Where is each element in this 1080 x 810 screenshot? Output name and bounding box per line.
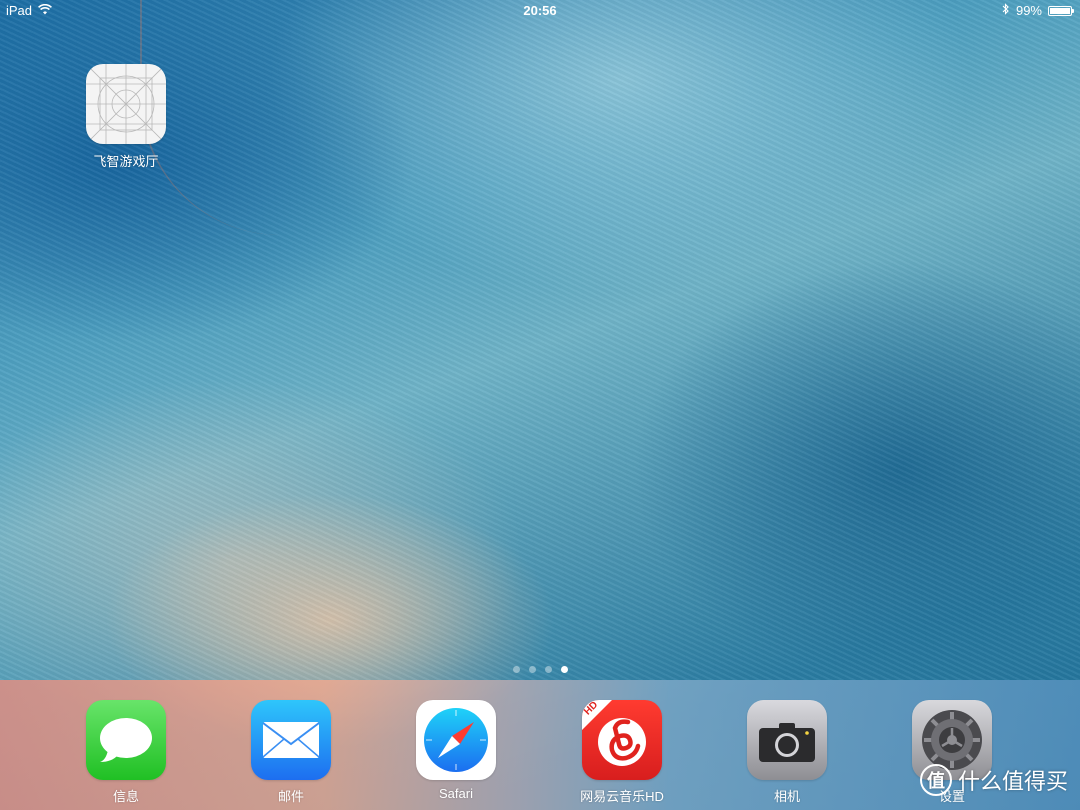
watermark: 值 什么值得买 xyxy=(919,764,1068,796)
bluetooth-icon xyxy=(1002,3,1010,18)
dock-app-messages[interactable]: 信息 xyxy=(76,700,176,805)
page-dot-active[interactable] xyxy=(560,666,568,673)
placeholder-grid-icon xyxy=(86,64,166,144)
app-label: 飞智游戏厅 xyxy=(93,154,159,169)
clock: 20:56 xyxy=(523,3,557,18)
app-label: 网易云音乐HD xyxy=(580,789,664,804)
app-label: Safari xyxy=(439,786,473,801)
battery-icon xyxy=(1048,5,1074,16)
dock-app-netease-music[interactable]: HD 网易云音乐HD xyxy=(572,700,672,805)
app-label: 信息 xyxy=(112,789,139,804)
battery-level xyxy=(1050,7,1070,14)
dock: 信息 邮件 Safari HD 网易云音乐HD 相机 设置 值 什么值得买 xyxy=(0,680,1080,810)
dock-app-camera[interactable]: 相机 xyxy=(737,700,837,805)
mail-icon xyxy=(251,700,331,780)
page-dot[interactable] xyxy=(528,666,536,673)
status-bar: iPad 20:56 99% xyxy=(0,0,1080,22)
page-indicator[interactable] xyxy=(0,666,1080,673)
dock-app-mail[interactable]: 邮件 xyxy=(241,700,341,805)
watermark-text: 什么值得买 xyxy=(957,769,1068,794)
app-label: 邮件 xyxy=(277,789,304,804)
safari-icon xyxy=(416,700,496,780)
battery-percentage: 99% xyxy=(1015,3,1042,18)
netease-music-icon: HD xyxy=(582,700,662,780)
messages-icon xyxy=(86,700,166,780)
app-feizhi-game-hall[interactable]: 飞智游戏厅 xyxy=(76,64,176,170)
app-label: 相机 xyxy=(773,789,800,804)
page-dot[interactable] xyxy=(544,666,552,673)
watermark-logo-icon: 值 xyxy=(919,764,952,796)
camera-icon xyxy=(747,700,827,780)
page-dot[interactable] xyxy=(512,666,520,673)
dock-app-safari[interactable]: Safari xyxy=(406,700,506,801)
